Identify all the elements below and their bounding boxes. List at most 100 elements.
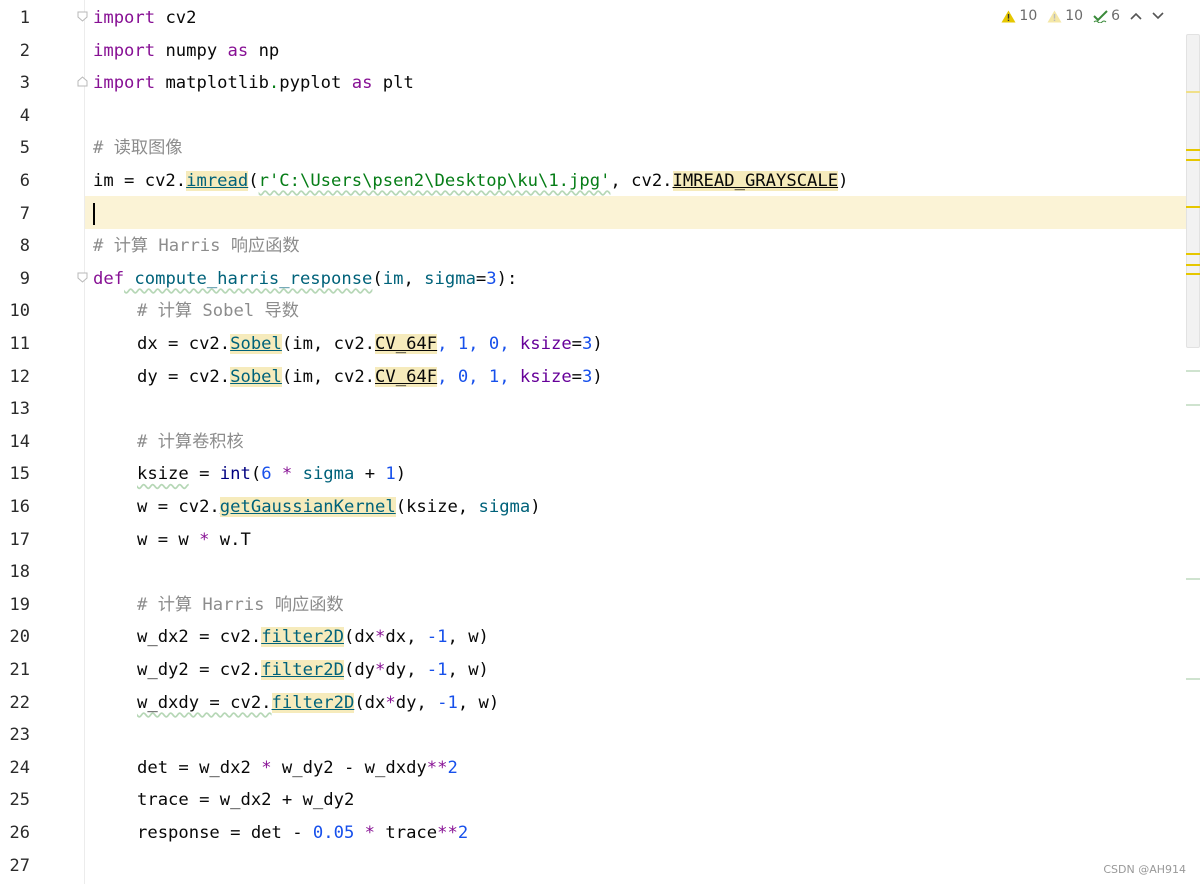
code-text: response = det - [137, 823, 313, 843]
line-number[interactable]: 1 [0, 2, 30, 35]
code-text: trace [385, 823, 438, 843]
operator: * [375, 660, 386, 680]
line-number[interactable]: 3 [0, 67, 30, 100]
number-literal: 3 [486, 268, 497, 289]
line-number[interactable]: 17 [0, 524, 30, 557]
code-text: dx, [385, 627, 427, 648]
line-number[interactable]: 4 [0, 100, 30, 133]
code-text: cv2 [155, 8, 197, 28]
error-stripe-mark[interactable] [1186, 206, 1200, 208]
code-line[interactable]: import matplotlib.pyplot as plt [93, 67, 414, 100]
code-line[interactable]: import cv2 [93, 2, 197, 35]
code-text: ) [530, 497, 541, 517]
code-line[interactable]: dy = cv2.Sobel(im, cv2.CV_64F, 0, 1, ksi… [137, 361, 603, 394]
line-number[interactable]: 14 [0, 426, 30, 459]
code-text: im = cv2. [93, 171, 187, 191]
code-line[interactable]: ksize = int(6 * sigma + 1) [137, 458, 406, 491]
code-line[interactable]: trace = w_dx2 + w_dy2 [137, 784, 354, 817]
number-literal: 0.05 [312, 823, 355, 843]
line-number[interactable]: 27 [0, 850, 30, 883]
line-number[interactable]: 9 [0, 263, 30, 296]
line-number[interactable]: 8 [0, 230, 30, 263]
code-line[interactable]: dx = cv2.Sobel(im, cv2.CV_64F, 1, 0, ksi… [137, 328, 603, 361]
line-number[interactable]: 13 [0, 393, 30, 426]
code-line[interactable]: det = w_dx2 * w_dy2 - w_dxdy**2 [137, 752, 458, 785]
function-call: Sobel [230, 366, 282, 387]
code-text: w = cv2. [137, 497, 220, 517]
function-call: filter2D [261, 660, 344, 680]
error-stripe-mark[interactable] [1186, 370, 1200, 372]
code-text: w_dy2 - w_dxdy [271, 757, 427, 778]
line-number[interactable]: 24 [0, 752, 30, 785]
chevron-down-icon[interactable] [1152, 12, 1164, 20]
code-text: ksize [137, 464, 189, 485]
error-stripe-mark[interactable] [1186, 273, 1200, 275]
code-line[interactable]: w = cv2.getGaussianKernel(ksize, sigma) [137, 491, 541, 524]
code-text: dy = cv2. [137, 366, 231, 387]
keyword-argument: ksize [519, 366, 572, 387]
keyword: import [93, 73, 156, 94]
line-number[interactable]: 10 [0, 295, 30, 328]
code-line[interactable]: response = det - 0.05 * trace**2 [137, 817, 468, 850]
constant: CV_64F [375, 334, 438, 354]
code-line[interactable]: def compute_harris_response(im, sigma=3)… [93, 263, 517, 296]
error-stripe-mark[interactable] [1186, 253, 1200, 255]
line-number[interactable]: 20 [0, 621, 30, 654]
number-literal: 3 [582, 366, 593, 387]
line-number[interactable]: 11 [0, 328, 30, 361]
number-literal: -1 [426, 660, 448, 680]
error-stripe-mark[interactable] [1186, 159, 1200, 161]
line-number[interactable]: 23 [0, 719, 30, 752]
code-text: (dx [354, 692, 386, 713]
keyword: as [351, 73, 373, 94]
warnings-indicator[interactable]: 10 [1001, 8, 1037, 24]
line-number[interactable]: 19 [0, 589, 30, 622]
line-number[interactable]: 6 [0, 165, 30, 198]
line-number[interactable]: 18 [0, 556, 30, 589]
number-literal: , 1, 0, [437, 334, 520, 354]
line-number[interactable]: 25 [0, 784, 30, 817]
line-number[interactable]: 22 [0, 687, 30, 720]
number-literal: 2 [457, 823, 469, 843]
line-number[interactable]: 5 [0, 132, 30, 165]
error-stripe-mark[interactable] [1186, 264, 1200, 266]
error-stripe-mark[interactable] [1186, 578, 1200, 580]
function-call: getGaussianKernel [219, 497, 396, 517]
fold-marker-icon[interactable] [77, 76, 88, 87]
typos-indicator[interactable]: 6 [1093, 8, 1120, 24]
error-stripe-mark[interactable] [1186, 678, 1200, 680]
code-line-current[interactable] [93, 198, 95, 231]
fold-marker-icon[interactable] [77, 11, 88, 22]
parameter: im [382, 268, 404, 289]
code-line[interactable]: w_dx2 = cv2.filter2D(dx*dx, -1, w) [137, 621, 489, 654]
scrollbar-thumb[interactable] [1186, 34, 1200, 348]
code-text: w_dy2 = cv2. [137, 660, 262, 680]
line-number[interactable]: 21 [0, 654, 30, 687]
warning-icon [1001, 10, 1016, 22]
code-text: plt [372, 73, 414, 94]
code-line[interactable]: im = cv2.imread(r'C:\Users\psen2\Desktop… [93, 165, 848, 198]
code-text: (ksize, [395, 497, 479, 517]
string-literal: r'C:\Users\psen2\Desktop\ku\1.jpg' [258, 171, 611, 191]
code-line[interactable]: w = w * w.T [137, 524, 251, 557]
line-number[interactable]: 12 [0, 361, 30, 394]
fold-marker-icon[interactable] [77, 272, 88, 283]
code-line[interactable]: import numpy as np [93, 35, 279, 68]
code-line[interactable]: w_dy2 = cv2.filter2D(dy*dy, -1, w) [137, 654, 489, 687]
line-number[interactable]: 26 [0, 817, 30, 850]
keyword: import [93, 40, 156, 61]
line-number[interactable]: 15 [0, 458, 30, 491]
code-text: = [475, 268, 487, 289]
line-number[interactable]: 16 [0, 491, 30, 524]
code-line[interactable]: w_dxdy = cv2.filter2D(dx*dy, -1, w) [137, 687, 499, 720]
error-stripe-mark[interactable] [1186, 149, 1200, 151]
chevron-up-icon[interactable] [1130, 12, 1142, 20]
error-stripe-mark[interactable] [1186, 404, 1200, 406]
number-literal: , 0, 1, [437, 366, 520, 387]
variable: sigma [302, 464, 355, 485]
line-number[interactable]: 7 [0, 198, 30, 231]
weak-warnings-indicator[interactable]: 10 [1047, 8, 1083, 24]
line-number[interactable]: 2 [0, 35, 30, 68]
inspection-widget[interactable]: 10 10 6 [1001, 8, 1164, 24]
error-stripe-mark[interactable] [1186, 91, 1200, 93]
